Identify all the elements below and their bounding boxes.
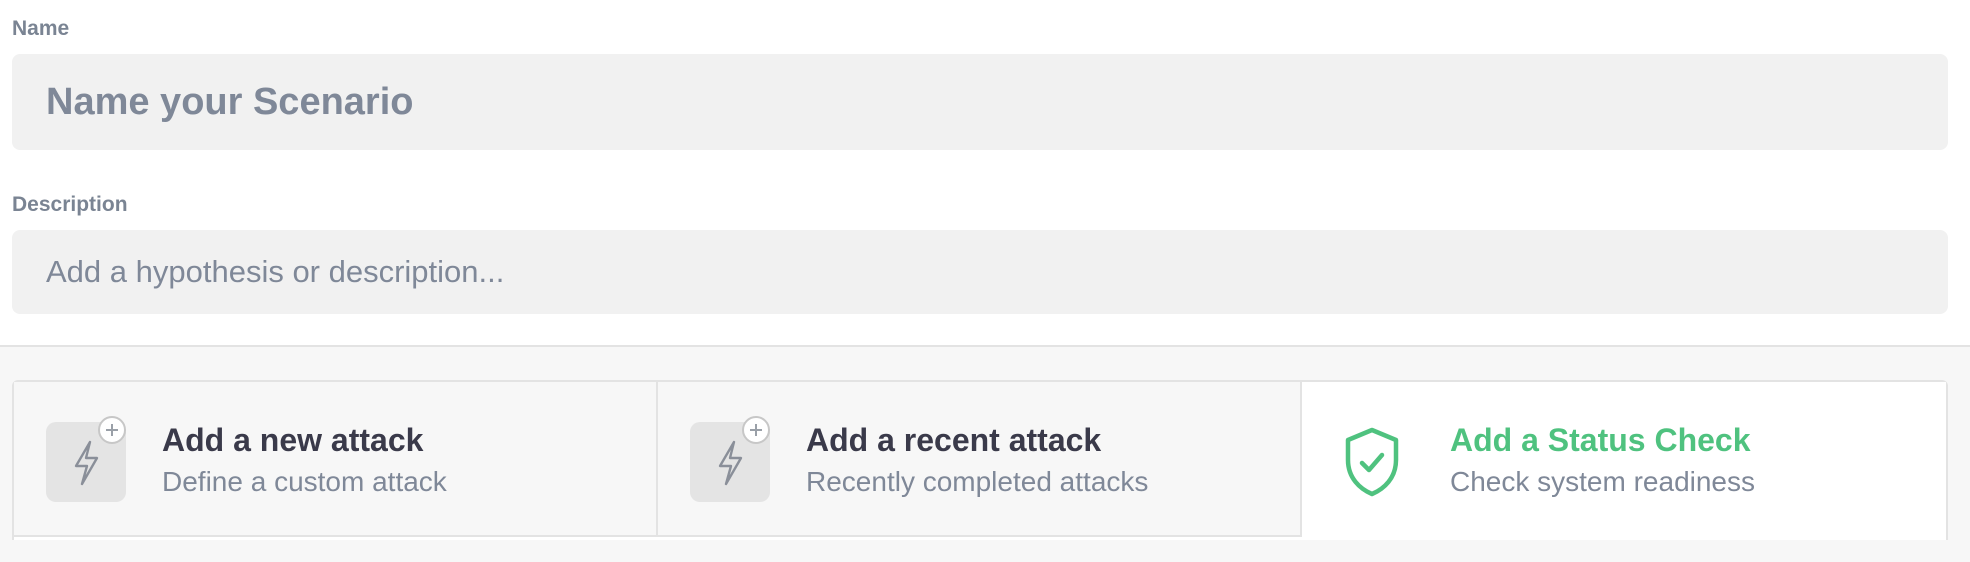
tab-subtitle: Check system readiness xyxy=(1450,466,1756,497)
tab-text: Add a new attack Define a custom attack xyxy=(162,420,447,502)
plus-icon xyxy=(742,416,770,444)
name-input[interactable]: Name your Scenario xyxy=(12,54,1948,150)
plus-icon xyxy=(98,416,126,444)
tab-text: Add a recent attack Recently completed a… xyxy=(806,420,1148,502)
description-label: Description xyxy=(12,193,128,216)
scenario-form: Name Name your Scenario Description Add … xyxy=(0,0,1970,346)
tab-title: Add a recent attack xyxy=(806,422,1102,458)
shield-check-icon xyxy=(1342,426,1402,498)
tab-title: Add a Status Check xyxy=(1450,422,1751,458)
tab-subtitle: Recently completed attacks xyxy=(806,466,1149,497)
tab-add-recent-attack[interactable]: Add a recent attack Recently completed a… xyxy=(658,382,1302,537)
tab-title: Add a new attack xyxy=(162,422,424,458)
description-placeholder: Add a hypothesis or description... xyxy=(46,254,505,289)
tab-add-status-check[interactable]: Add a Status Check Check system readines… xyxy=(1302,382,1946,537)
add-step-panel: Add a new attack Define a custom attack … xyxy=(12,380,1948,540)
name-placeholder: Name your Scenario xyxy=(46,80,414,123)
tab-subtitle: Define a custom attack xyxy=(162,466,447,497)
name-label: Name xyxy=(12,17,70,40)
description-input[interactable]: Add a hypothesis or description... xyxy=(12,230,1948,314)
tab-text: Add a Status Check Check system readines… xyxy=(1450,420,1755,502)
add-step-tabs: Add a new attack Define a custom attack … xyxy=(14,382,1946,537)
tab-add-new-attack[interactable]: Add a new attack Define a custom attack xyxy=(14,382,658,537)
